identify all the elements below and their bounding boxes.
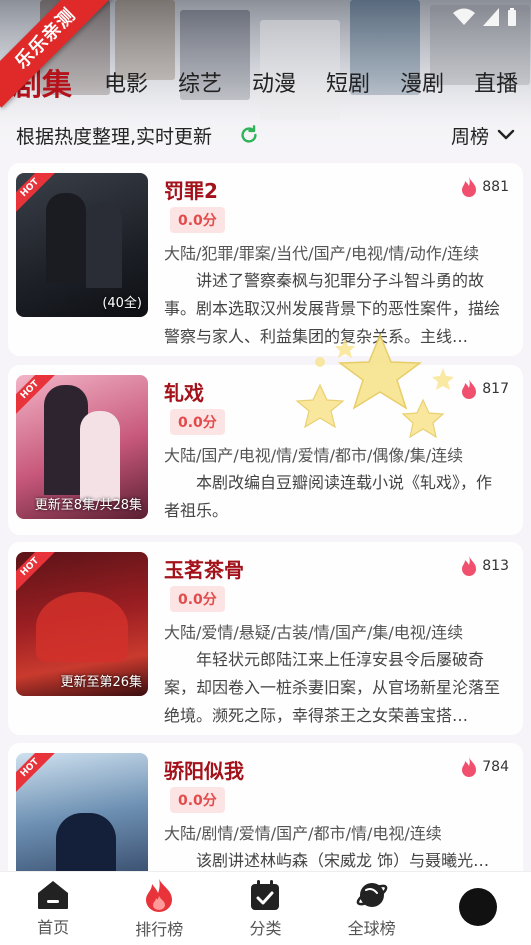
poster-figure bbox=[56, 813, 116, 871]
item-title[interactable]: 玉茗茶骨 bbox=[164, 554, 244, 583]
poster-thumbnail[interactable]: HOT 更新至第26集 bbox=[16, 552, 148, 696]
nav-category-label: 分类 bbox=[249, 918, 282, 938]
period-label: 周榜 bbox=[450, 125, 489, 148]
score-badge: 0.0分 bbox=[170, 207, 225, 233]
tab-live[interactable]: 直播 bbox=[474, 66, 518, 98]
ranking-list[interactable]: HOT (40全) 罚罪2 0.0分 881 大陆/犯罪/罪案/当代/国产/电视… bbox=[0, 163, 531, 871]
list-item[interactable]: HOT 骄阳似我 0.0分 784 大陆/剧情/爱情/国产/都市/情/电视/连续… bbox=[8, 743, 523, 871]
nav-global[interactable]: 全球榜 bbox=[327, 879, 417, 939]
heat-count: 813 bbox=[460, 556, 509, 576]
list-item[interactable]: HOT 更新至第26集 玉茗茶骨 0.0分 813 大陆/爱情/悬疑/古装/情/… bbox=[8, 542, 523, 735]
item-intro: 年轻状元郎陆江来上任淳安县令后屡破奇案，却因卷入一桩杀妻旧案，从官场新星沦落至绝… bbox=[164, 650, 501, 725]
heat-count: 881 bbox=[460, 177, 509, 197]
star-decoration bbox=[295, 383, 345, 429]
category-tabs: 剧集 电影 综艺 动漫 短剧 漫剧 直播 bbox=[12, 60, 531, 104]
signal-icon bbox=[483, 8, 499, 26]
tab-movie[interactable]: 电影 bbox=[104, 66, 148, 98]
tab-short-drama[interactable]: 短剧 bbox=[326, 66, 370, 98]
status-bar bbox=[453, 8, 517, 26]
calendar-check-icon bbox=[251, 879, 280, 910]
star-decoration bbox=[335, 338, 355, 358]
heat-count: 817 bbox=[460, 379, 509, 399]
star-decoration bbox=[337, 333, 423, 410]
poster-figure bbox=[46, 193, 86, 283]
nav-global-label: 全球榜 bbox=[347, 918, 396, 938]
nav-category[interactable]: 分类 bbox=[220, 879, 310, 939]
hot-badge: HOT bbox=[16, 552, 55, 592]
decorative-stars bbox=[295, 333, 454, 439]
ranking-subbar: 根据热度整理,实时更新 周榜 bbox=[16, 120, 515, 150]
tab-anime[interactable]: 动漫 bbox=[252, 66, 296, 98]
flame-icon bbox=[146, 878, 173, 912]
nav-home[interactable]: 首页 bbox=[8, 880, 98, 938]
hot-badge: HOT bbox=[16, 753, 55, 793]
item-intro: 本剧改编自豆瓣阅读连载小说《轧戏》，作者祖乐。 bbox=[164, 473, 493, 520]
item-tags: 大陆/剧情/爱情/国产/都市/情/电视/连续 bbox=[164, 824, 442, 843]
episode-count: 更新至第26集 bbox=[60, 675, 142, 690]
poster-figure bbox=[86, 203, 122, 288]
period-selector[interactable]: 周榜 bbox=[451, 122, 515, 149]
list-item[interactable]: HOT (40全) 罚罪2 0.0分 881 大陆/犯罪/罪案/当代/国产/电视… bbox=[8, 163, 523, 356]
star-decoration bbox=[432, 368, 454, 390]
home-icon bbox=[38, 880, 69, 909]
flame-icon bbox=[462, 757, 477, 777]
item-intro: 该剧讲述林屿森（宋威龙 饰）与聂曦光（赵 bbox=[196, 851, 474, 870]
poster-thumbnail[interactable]: HOT (40全) bbox=[16, 173, 148, 317]
episode-count: 更新至8集/共28集 bbox=[34, 498, 142, 513]
heat-value: 784 bbox=[482, 759, 509, 775]
flame-icon bbox=[462, 379, 477, 399]
ranking-description: 根据热度整理,实时更新 bbox=[16, 125, 213, 148]
planet-icon bbox=[356, 882, 387, 907]
poster-thumbnail[interactable]: HOT bbox=[16, 753, 148, 871]
wifi-icon bbox=[453, 8, 475, 25]
episode-count: (40全) bbox=[102, 296, 142, 311]
refresh-icon[interactable] bbox=[238, 124, 260, 146]
nav-home-label: 首页 bbox=[37, 917, 70, 937]
tab-comic-drama[interactable]: 漫剧 bbox=[400, 66, 444, 98]
nav-ranking-label: 排行榜 bbox=[135, 919, 184, 939]
poster-figure bbox=[80, 411, 120, 501]
heat-value: 881 bbox=[482, 179, 509, 195]
item-tags: 大陆/爱情/悬疑/古装/情/国产/集/电视/连续 bbox=[164, 623, 464, 642]
score-badge: 0.0分 bbox=[170, 586, 225, 612]
bottom-navigation: 首页 排行榜 分类 全球榜 bbox=[0, 871, 531, 945]
heat-count: 784 bbox=[460, 757, 509, 777]
item-title[interactable]: 骄阳似我 bbox=[164, 755, 244, 784]
item-tags: 大陆/犯罪/罪案/当代/国产/电视/情/动作/连续 bbox=[164, 244, 480, 263]
star-decoration bbox=[401, 398, 445, 439]
score-badge: 0.0分 bbox=[170, 787, 225, 813]
item-title[interactable]: 罚罪2 bbox=[164, 175, 218, 204]
dot-decoration bbox=[315, 357, 325, 367]
poster-thumbnail[interactable]: HOT 更新至8集/共28集 bbox=[16, 375, 148, 519]
score-badge: 0.0分 bbox=[170, 409, 225, 435]
tab-variety[interactable]: 综艺 bbox=[178, 66, 222, 98]
flame-icon bbox=[462, 177, 477, 197]
item-title[interactable]: 轧戏 bbox=[164, 377, 204, 406]
avatar[interactable] bbox=[458, 887, 497, 926]
heat-value: 817 bbox=[482, 381, 509, 397]
heat-value: 813 bbox=[482, 558, 509, 574]
battery-icon bbox=[508, 8, 516, 26]
nav-profile[interactable] bbox=[433, 887, 523, 930]
nav-ranking[interactable]: 排行榜 bbox=[114, 878, 204, 940]
poster-figure bbox=[36, 592, 128, 662]
flame-icon bbox=[462, 556, 477, 576]
chevron-down-icon bbox=[497, 129, 515, 140]
